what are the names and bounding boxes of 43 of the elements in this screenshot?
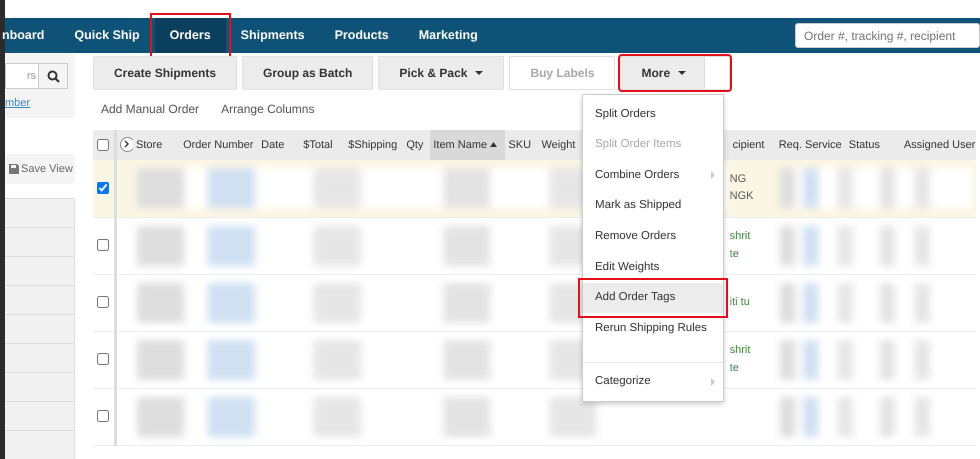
recipient-text: shrit <box>730 342 752 358</box>
recipient-text: te <box>730 360 740 376</box>
row-checkbox[interactable] <box>97 353 110 366</box>
nav-tab[interactable]: Marketing <box>404 18 493 53</box>
save-view-button[interactable]: Save View <box>9 160 73 177</box>
nav-tab[interactable]: nboard <box>2 18 60 53</box>
row-checkbox[interactable] <box>97 239 110 252</box>
menu-item[interactable]: Mark as Shipped <box>583 190 723 222</box>
toolbar-button[interactable]: Group as Batch <box>242 56 374 90</box>
chevron-right-icon <box>124 140 130 148</box>
menu-item[interactable]: Remove Orders <box>583 221 723 252</box>
recipient-text: NG <box>730 172 748 187</box>
submenu-arrow-icon <box>711 171 715 180</box>
caret-icon <box>475 71 484 75</box>
row-checkbox[interactable] <box>97 410 110 422</box>
caret-icon <box>678 71 686 75</box>
nav-tab[interactable]: Orders <box>154 18 226 53</box>
expand-button[interactable] <box>120 136 134 152</box>
nav-tab[interactable]: Shipments <box>226 18 320 53</box>
recipient-text: te <box>730 246 740 262</box>
row-checkbox[interactable] <box>97 182 110 194</box>
submenu-arrow-icon <box>711 378 715 386</box>
nav-tab[interactable]: Products <box>320 18 404 53</box>
menu-item[interactable]: Split Orders <box>583 99 723 130</box>
recipient-text: shrit <box>730 228 752 244</box>
recipient-text: NGK <box>730 189 754 204</box>
toolbar-link[interactable]: Add Manual Order <box>101 100 200 130</box>
dropdown-button[interactable]: Pick & Pack <box>378 56 504 90</box>
nav-tab[interactable]: Quick Ship <box>59 18 155 53</box>
row-checkbox[interactable] <box>97 296 110 308</box>
menu-item[interactable]: Categorize <box>583 366 723 398</box>
toolbar-button[interactable]: Create Shipments <box>93 56 238 90</box>
menu-item[interactable]: Edit Weights <box>583 252 723 283</box>
menu-item[interactable]: Combine Orders <box>583 160 723 191</box>
menu-item[interactable]: Add Order Tags <box>583 282 723 314</box>
toolbar-link[interactable]: Arrange Columns <box>221 100 314 130</box>
search-field[interactable]: Order #, tracking #, recipient <box>795 23 980 48</box>
menu-item[interactable]: Rerun Shipping Rules <box>583 313 723 344</box>
search-icon <box>46 70 60 82</box>
toolbar-button[interactable]: More <box>620 56 730 90</box>
search-button[interactable] <box>38 63 68 89</box>
recipient-text: iti tu <box>730 294 751 310</box>
select-all-checkbox[interactable] <box>97 138 110 151</box>
